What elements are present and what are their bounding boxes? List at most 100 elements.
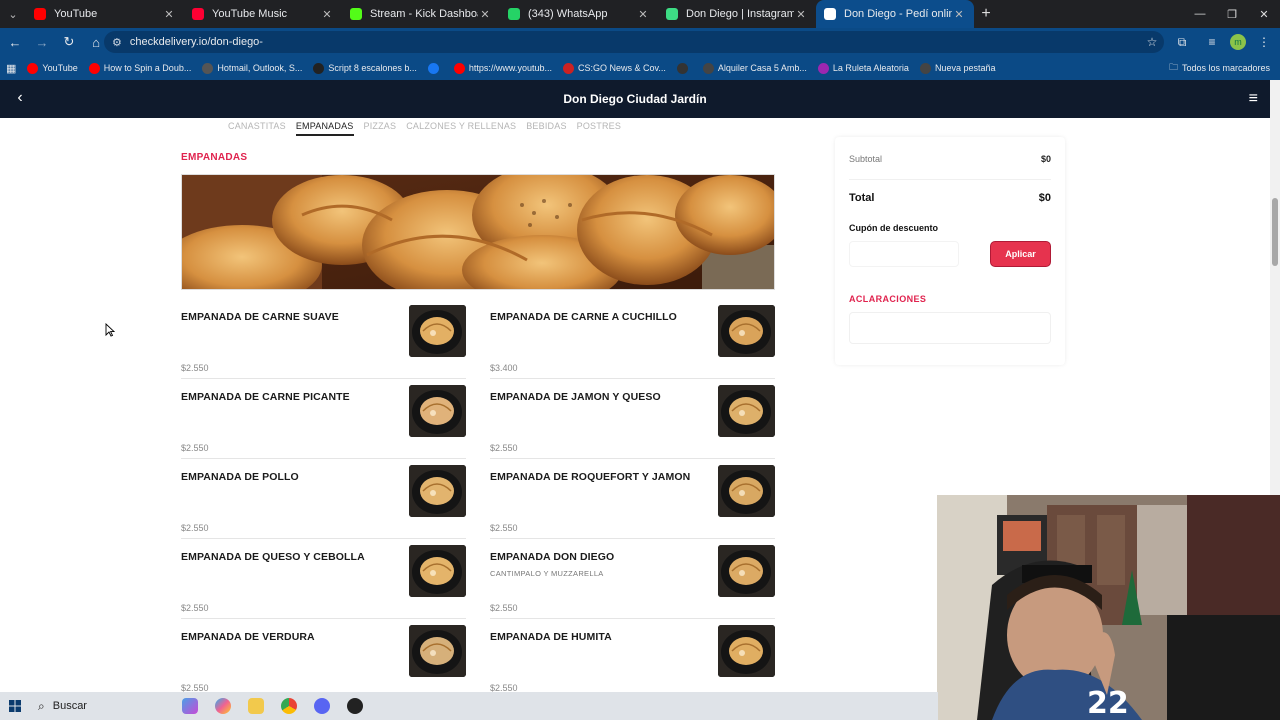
bookmark-item[interactable]: Script 8 escalones b... (313, 62, 417, 74)
tab-search-icon[interactable]: ⌄ (0, 0, 26, 28)
media-controls-icon[interactable]: ≡ (1200, 30, 1224, 54)
restore-icon[interactable]: ❐ (1216, 0, 1248, 28)
browser-tab[interactable]: Don Diego | Instagram, Facebook✕ (658, 0, 816, 28)
product-image (409, 625, 466, 677)
total-value: $0 (1038, 192, 1051, 204)
minimize-icon[interactable]: — (1184, 0, 1216, 28)
product-name: EMPANADA DE POLLO (181, 471, 299, 483)
tab-close-icon[interactable]: ✕ (952, 8, 966, 21)
obs-icon[interactable] (342, 692, 368, 720)
windows-start-icon[interactable] (0, 692, 30, 720)
tab-close-icon[interactable]: ✕ (794, 8, 808, 21)
svg-text:22: 22 (1087, 686, 1129, 720)
bookmark-star-icon[interactable]: ☆ (1140, 30, 1164, 54)
bookmark-favicon-icon (88, 62, 100, 74)
extensions-icon[interactable]: ⧉ (1170, 30, 1194, 54)
forward-arrow-icon[interactable]: → (30, 30, 54, 54)
chrome-icon[interactable] (276, 692, 302, 720)
file-explorer-icon[interactable] (243, 692, 269, 720)
tab-close-icon[interactable]: ✕ (320, 8, 334, 21)
order-summary-panel: Subtotal $0 Total $0 Cupón de descuento … (835, 137, 1065, 365)
category-tab[interactable]: CANASTITAS (228, 121, 286, 136)
taskbar-copilot-icon[interactable] (210, 692, 236, 720)
coupon-input[interactable] (849, 241, 959, 267)
product-price: $2.550 (490, 523, 518, 533)
browser-tab[interactable]: Stream - Kick Dashboard✕ (342, 0, 500, 28)
bookmark-item[interactable] (676, 62, 692, 74)
product-card[interactable]: EMPANADA DON DIEGO CANTIMPALO Y MUZZARELL… (490, 545, 775, 619)
bookmark-item[interactable]: Alquiler Casa 5 Amb... (702, 62, 807, 74)
bookmark-item[interactable]: CS:GO News & Cov... (562, 62, 666, 74)
bookmark-label: https://www.youtub... (468, 63, 552, 73)
bookmark-item[interactable] (427, 62, 443, 74)
site-info-icon[interactable]: ⚙ (112, 36, 122, 49)
coupon-label: Cupón de descuento (849, 223, 939, 233)
bookmark-favicon-icon (453, 62, 465, 74)
browser-tab[interactable]: YouTube Music ✕ (184, 0, 342, 28)
bookmark-item[interactable]: Hotmail, Outlook, S... (202, 62, 302, 74)
product-price: $3.400 (490, 363, 518, 373)
bookmarks-bar: ▦ YouTube How to Spin a Doub... Hotmail, O… (0, 56, 1280, 80)
site-header: ‹ Don Diego Ciudad Jardín ≡ (0, 80, 1270, 118)
category-tab[interactable]: BEBIDAS (526, 121, 566, 136)
product-card[interactable]: EMPANADA DE CARNE SUAVE $2.550 (181, 305, 466, 379)
product-name: EMPANADA DON DIEGO (490, 551, 615, 563)
bookmark-item[interactable]: Nueva pestaña (919, 62, 995, 74)
bookmark-favicon-icon (702, 62, 714, 74)
browser-tab[interactable]: Don Diego - Pedí online, Delive✕ (816, 0, 974, 28)
bookmark-item[interactable]: https://www.youtub... (453, 62, 552, 74)
bookmark-item[interactable]: How to Spin a Doub... (88, 62, 191, 74)
notes-label: ACLARACIONES (849, 294, 927, 304)
category-tab[interactable]: EMPANADAS (295, 121, 354, 136)
os-taskbar: ⌕ Buscar (0, 692, 938, 720)
tab-close-icon[interactable]: ✕ (636, 8, 650, 21)
product-card[interactable]: EMPANADA DE CARNE PICANTE $2.550 (181, 385, 466, 459)
hamburger-menu-icon[interactable]: ≡ (1249, 90, 1258, 108)
address-bar[interactable]: ⚙ checkdelivery.io/don-diego- (104, 31, 1164, 53)
url-text: checkdelivery.io/don-diego- (129, 36, 263, 48)
product-description: CANTIMPALO Y MUZZARELLA (490, 569, 604, 578)
apply-coupon-button[interactable]: Aplicar (990, 241, 1051, 267)
bookmark-item[interactable]: YouTube (27, 62, 78, 74)
browser-tab[interactable]: YouTube ✕ (26, 0, 184, 28)
product-image (718, 625, 775, 677)
category-tab[interactable]: PIZZAS (364, 121, 397, 136)
bookmark-label: CS:GO News & Cov... (577, 63, 666, 73)
discord-icon[interactable] (309, 692, 335, 720)
product-card[interactable]: EMPANADA DE HUMITA $2.550 (490, 625, 775, 699)
all-bookmarks-folder[interactable]: 🗀 Todos los marcadores (1169, 56, 1270, 80)
new-tab-button[interactable]: + (974, 0, 998, 28)
taskbar-search-placeholder: Buscar (52, 700, 87, 712)
browser-tab[interactable]: (343) WhatsApp ✕ (500, 0, 658, 28)
taskbar-widget-icon[interactable] (177, 692, 203, 720)
back-arrow-icon[interactable]: ← (3, 30, 27, 54)
apps-grid-icon[interactable]: ▦ (6, 62, 16, 75)
webcam-overlay-image: 22 (937, 495, 1280, 720)
category-tab[interactable]: POSTRES (577, 121, 621, 136)
store-title: Don Diego Ciudad Jardín (563, 92, 707, 106)
product-card[interactable]: EMPANADA DE POLLO $2.550 (181, 465, 466, 539)
scrollbar-thumb[interactable] (1272, 198, 1278, 266)
product-price: $2.550 (181, 443, 209, 453)
bookmark-item[interactable]: La Ruleta Aleatoria (817, 62, 909, 74)
product-name: EMPANADA DE VERDURA (181, 631, 315, 643)
product-image (409, 465, 466, 517)
product-card[interactable]: EMPANADA DE JAMON Y QUESO $2.550 (490, 385, 775, 459)
close-window-icon[interactable]: ✕ (1248, 0, 1280, 28)
product-card[interactable]: EMPANADA DE CARNE A CUCHILLO $3.400 (490, 305, 775, 379)
back-chevron-icon[interactable]: ‹ (10, 89, 30, 107)
product-price: $2.550 (181, 523, 209, 533)
browser-menu-icon[interactable]: ⋮ (1252, 30, 1276, 54)
product-card[interactable]: EMPANADA DE ROQUEFORT Y JAMON $2.550 (490, 465, 775, 539)
product-card[interactable]: EMPANADA DE VERDURA $2.550 (181, 625, 466, 699)
tab-close-icon[interactable]: ✕ (478, 8, 492, 21)
empanadas-banner-image (181, 174, 775, 290)
category-tab[interactable]: CALZONES Y RELLENAS (406, 121, 516, 136)
taskbar-search[interactable]: ⌕ Buscar (30, 692, 170, 720)
profile-avatar[interactable]: m (1230, 34, 1246, 50)
tab-close-icon[interactable]: ✕ (162, 8, 176, 21)
product-card[interactable]: EMPANADA DE QUESO Y CEBOLLA $2.550 (181, 545, 466, 619)
reload-icon[interactable]: ↻ (57, 30, 81, 54)
section-title: EMPANADAS (181, 152, 248, 163)
notes-input[interactable] (849, 312, 1051, 344)
